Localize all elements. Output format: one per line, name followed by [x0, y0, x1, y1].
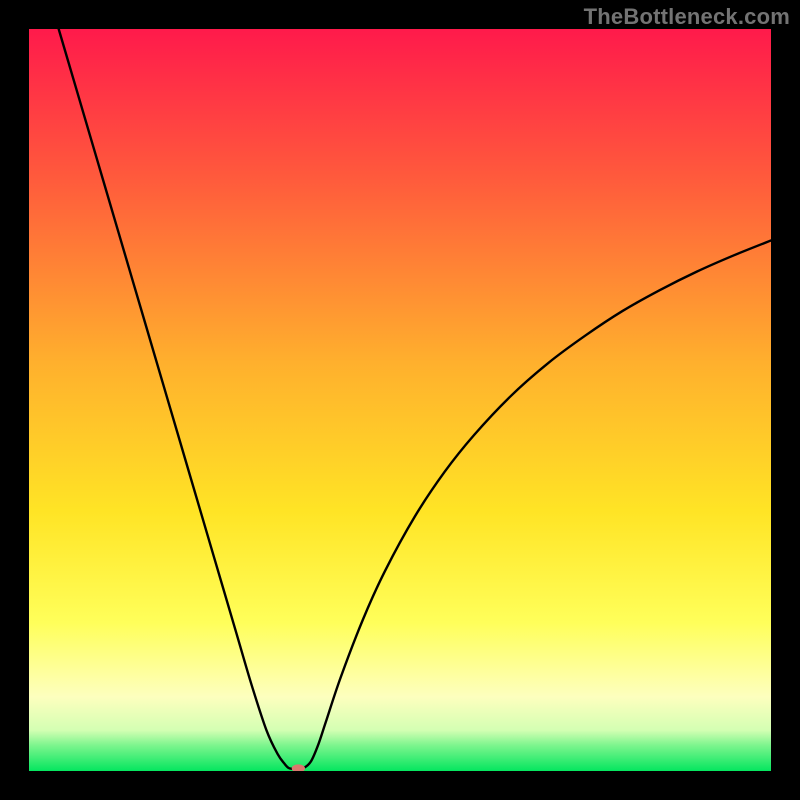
watermark-text: TheBottleneck.com — [584, 4, 790, 30]
gradient-background — [29, 29, 771, 771]
chart-frame: TheBottleneck.com — [0, 0, 800, 800]
plot-area — [29, 29, 771, 771]
bottleneck-chart — [29, 29, 771, 771]
